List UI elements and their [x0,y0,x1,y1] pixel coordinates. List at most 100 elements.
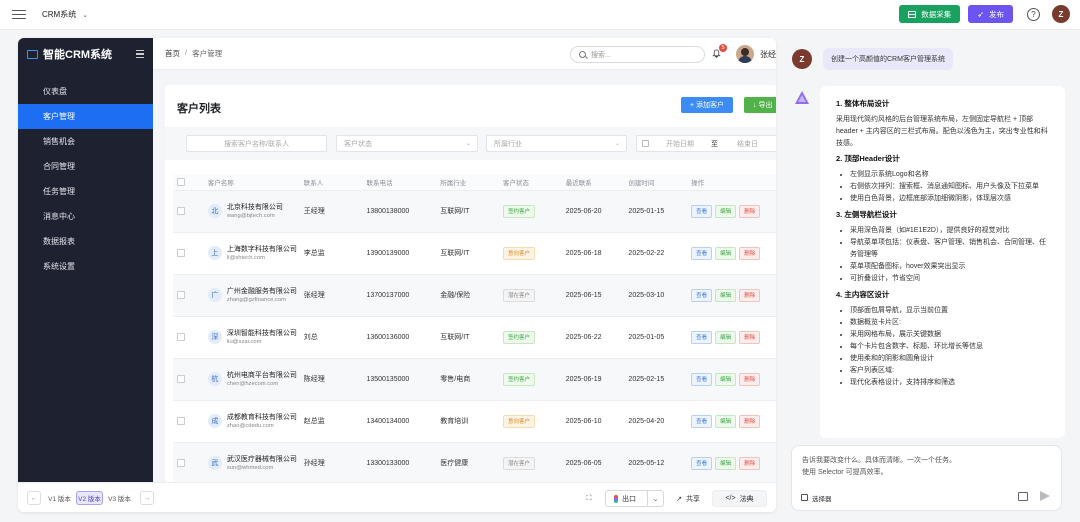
send-icon[interactable] [1040,491,1050,501]
next-version-icon[interactable]: → [140,491,154,505]
export-dropdown[interactable]: 出口 ⌄ [605,490,664,507]
edit-button[interactable]: 编辑 [715,372,737,386]
fullscreen-icon[interactable]: ⛶ [583,490,595,507]
share-button[interactable]: ↗ 共享 [672,490,704,507]
sidebar-item[interactable]: 系统设置 [18,254,153,279]
chat-composer[interactable]: 告诉我要改变什么。具体而清晰。一次一个任务。 使用 Selector 可提高效率… [791,445,1062,511]
bottom-toolbar: ← V1 版本 V2 版本 V3 版本 → ⛶ 出口 ⌄ ↗ 共享 </> 法典 [18,482,776,512]
view-button[interactable]: 查看 [691,288,713,302]
row-checkbox[interactable] [177,333,185,341]
code-button[interactable]: </> 法典 [712,490,767,507]
view-button[interactable]: 查看 [691,414,713,428]
view-button[interactable]: 查看 [691,456,713,470]
column-header[interactable]: 最近联系 [561,174,625,191]
edit-button[interactable]: 编辑 [715,414,737,428]
version-v2[interactable]: V2 版本 [76,491,103,505]
breadcrumb-home[interactable]: 首页 [165,48,180,59]
prev-version-icon[interactable]: ← [27,491,41,505]
table-row[interactable]: 上上海数字科技有限公司 li@shtech.com 李总监 13900139000 互联… [173,232,776,275]
sidebar-item[interactable]: 客户管理 [18,104,153,129]
table-row[interactable]: 北北京科技有限公司 wang@bjtech.com 王经理 13800138000 互联… [173,190,776,233]
publish-button[interactable]: ➶ 发布 [968,5,1013,23]
contact-cell: 王经理 [299,190,363,233]
project-selector[interactable]: CRM系统 ⌄ [42,9,88,20]
export-button[interactable]: ↓ 导出 [744,97,776,113]
view-button[interactable]: 查看 [691,246,713,260]
select-all-checkbox[interactable] [177,177,185,186]
delete-button[interactable]: 删除 [739,456,761,470]
delete-button[interactable]: 删除 [739,372,761,386]
user-avatar[interactable] [736,45,754,63]
table-row[interactable]: 广广州金融服务有限公司 zhang@gzfinance.com 张经理 1370013… [173,274,776,317]
last-contact-cell: 2025-06-22 [561,316,625,359]
data-collect-button[interactable]: 数据采集 [899,5,961,23]
table-row[interactable]: 成成都教育科技有限公司 zhao@cdedu.com 赵总监 13400134000 教… [173,400,776,443]
table-row[interactable]: 深深圳智能科技有限公司 liu@szai.com 刘总 13600136000 互联网/… [173,316,776,359]
column-header[interactable]: 客户名称 [203,174,300,191]
sidebar-item[interactable]: 仪表盘 [18,79,153,104]
sidebar-item[interactable]: 消息中心 [18,204,153,229]
row-checkbox[interactable] [177,249,185,257]
image-upload-icon[interactable] [1018,492,1028,501]
list-item: 菜单项配备图标，hover效果突出显示 [850,261,1051,273]
last-contact-cell: 2025-06-05 [561,442,625,482]
status-select[interactable]: 客户状态 ⌄ [336,135,478,152]
column-header[interactable]: 客户状态 [498,174,562,191]
delete-button[interactable]: 删除 [739,246,761,260]
row-checkbox[interactable] [177,417,185,425]
created-cell: 2025-04-20 [624,400,688,443]
delete-button[interactable]: 删除 [739,330,761,344]
row-checkbox[interactable] [177,207,185,215]
industry-select[interactable]: 所属行业 ⌄ [486,135,627,152]
customer-cell: 武武汉医疗器械有限公司 sun@whmed.com [207,455,300,471]
help-icon[interactable]: ? [1027,7,1040,21]
customer-name[interactable]: 武汉医疗器械有限公司 [227,455,297,465]
search-input[interactable]: 搜索... [570,46,705,63]
table-row[interactable]: 武武汉医疗器械有限公司 sun@whmed.com 孙经理 13300133000 医疗… [173,442,776,482]
list-item: 使用白色背景，边框底部添加细微阴影，体现层次感 [850,193,1051,205]
column-header[interactable]: 创建时间 [624,174,688,191]
customer-name[interactable]: 广州金融服务有限公司 [227,287,297,297]
list-item: 左侧显示系统Logo和名称 [850,169,1051,181]
edit-button[interactable]: 编辑 [715,204,737,218]
customer-name[interactable]: 杭州电商平台有限公司 [227,371,297,381]
section-list: 顶部面包屑导航，显示当前位置数据概览卡片区:采用网格布局，展示关键数据每个卡片包… [850,305,1051,389]
menu-icon[interactable] [12,9,26,20]
user-name[interactable]: 张经 [760,49,776,60]
table-row[interactable]: 杭杭州电商平台有限公司 chen@hzecom.com 陈经理 13500135000… [173,358,776,401]
edit-button[interactable]: 编辑 [715,288,737,302]
customer-name[interactable]: 上海数字科技有限公司 [227,245,297,255]
view-button[interactable]: 查看 [691,372,713,386]
customer-name[interactable]: 成都教育科技有限公司 [227,413,297,423]
row-checkbox[interactable] [177,459,185,467]
sidebar-item[interactable]: 销售机会 [18,129,153,154]
delete-button[interactable]: 删除 [739,288,761,302]
customer-name[interactable]: 深圳智能科技有限公司 [227,329,297,339]
edit-button[interactable]: 编辑 [715,330,737,344]
customer-search-input[interactable]: 搜索客户名称/联系人 [186,135,327,152]
sidebar-item[interactable]: 合同管理 [18,154,153,179]
customer-name[interactable]: 北京科技有限公司 [227,203,283,213]
list-item: 顶部面包屑导航，显示当前位置 [850,305,1051,317]
row-checkbox[interactable] [177,375,185,383]
column-header[interactable]: 联系电话 [362,174,437,191]
version-v1[interactable]: V1 版本 [46,491,73,505]
contact-cell: 孙经理 [299,442,363,482]
version-v3[interactable]: V3 版本 [106,491,133,505]
sidebar-item[interactable]: 任务管理 [18,179,153,204]
row-checkbox[interactable] [177,291,185,299]
column-header[interactable]: 联系人 [299,174,363,191]
sidebar-item[interactable]: 数据报表 [18,229,153,254]
view-button[interactable]: 查看 [691,204,713,218]
date-range-picker[interactable]: 开始日期 至 结束日 [636,135,776,152]
delete-button[interactable]: 删除 [739,414,761,428]
column-header[interactable]: 所属行业 [436,174,499,191]
edit-button[interactable]: 编辑 [715,246,737,260]
user-avatar[interactable]: Z [1052,5,1070,23]
delete-button[interactable]: 删除 [739,204,761,218]
collapse-menu-icon[interactable] [136,50,144,58]
selector-button[interactable]: 选择器 [801,490,832,505]
view-button[interactable]: 查看 [691,330,713,344]
edit-button[interactable]: 编辑 [715,456,737,470]
add-customer-button[interactable]: + 添加客户 [681,97,734,113]
